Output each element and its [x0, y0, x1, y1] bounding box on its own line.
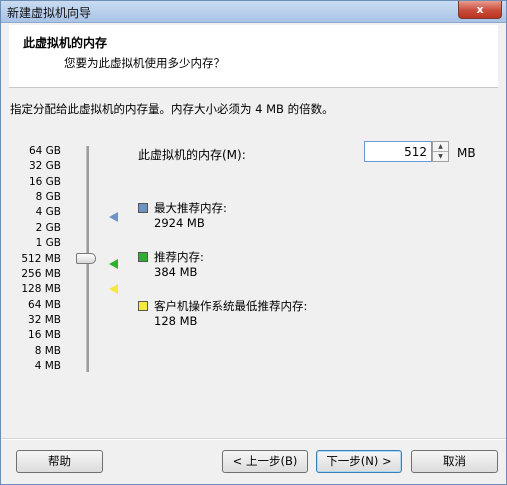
page-subtitle: 您要为此虚拟机使用多少内存？	[64, 56, 225, 70]
back-button[interactable]: < 上一步(B)	[222, 450, 308, 473]
min-recommended-marker-icon	[109, 284, 118, 294]
max-recommended-swatch-icon	[138, 203, 148, 213]
scale-label-8mb: 8 MB	[34, 345, 61, 357]
memory-spinner[interactable]: ▲ ▼	[432, 141, 449, 162]
scale-label-8gb: 8 GB	[35, 191, 61, 203]
window-title: 新建虚拟机向导	[7, 6, 92, 20]
cancel-button[interactable]: 取消	[411, 450, 498, 473]
wizard-window: 新建虚拟机向导 x 此虚拟机的内存 您要为此虚拟机使用多少内存？ 指定分配给此虚…	[0, 0, 507, 485]
max-recommended-value: 2924 MB	[154, 216, 205, 230]
close-icon: x	[476, 3, 484, 16]
instruction-text: 指定分配给此虚拟机的内存量。内存大小必须为 4 MB 的倍数。	[10, 102, 334, 116]
scale-label-256mb: 256 MB	[21, 268, 61, 280]
close-button[interactable]: x	[458, 1, 502, 19]
spin-down-icon[interactable]: ▼	[433, 152, 448, 161]
recommended-marker-icon	[109, 259, 118, 269]
memory-unit: MB	[457, 146, 476, 160]
scale-label-512mb: 512 MB	[21, 253, 61, 265]
scale-label-32gb: 32 GB	[28, 160, 61, 172]
scale-label-16gb: 16 GB	[28, 176, 61, 188]
page-title: 此虚拟机的内存	[23, 36, 108, 50]
wizard-header: 此虚拟机的内存 您要为此虚拟机使用多少内存？	[9, 25, 498, 88]
max-recommended-label: 最大推荐内存:	[154, 201, 227, 215]
spin-up-icon[interactable]: ▲	[433, 142, 448, 152]
scale-label-1gb: 1 GB	[35, 237, 61, 249]
max-recommended-marker-icon	[109, 212, 118, 222]
scale-label-128mb: 128 MB	[21, 283, 61, 295]
scale-label-16mb: 16 MB	[28, 329, 61, 341]
memory-slider-thumb[interactable]	[76, 253, 96, 264]
min-recommended-label: 客户机操作系统最低推荐内存:	[154, 299, 308, 313]
scale-label-32mb: 32 MB	[28, 314, 61, 326]
help-button[interactable]: 帮助	[16, 450, 103, 473]
memory-label: 此虚拟机的内存(M):	[138, 148, 246, 162]
recommended-swatch-icon	[138, 252, 148, 262]
memory-input[interactable]	[364, 141, 432, 162]
scale-label-4gb: 4 GB	[35, 206, 61, 218]
next-button[interactable]: 下一步(N) >	[316, 450, 402, 473]
scale-label-64gb: 64 GB	[28, 145, 61, 157]
footer-divider	[1, 438, 506, 440]
recommended-value: 384 MB	[154, 265, 198, 279]
recommended-label: 推荐内存:	[154, 250, 204, 264]
title-bar: 新建虚拟机向导 x	[1, 1, 506, 23]
scale-label-2gb: 2 GB	[35, 222, 61, 234]
min-recommended-value: 128 MB	[154, 314, 198, 328]
scale-label-64mb: 64 MB	[28, 299, 61, 311]
min-recommended-swatch-icon	[138, 301, 148, 311]
scale-label-4mb: 4 MB	[34, 360, 61, 372]
